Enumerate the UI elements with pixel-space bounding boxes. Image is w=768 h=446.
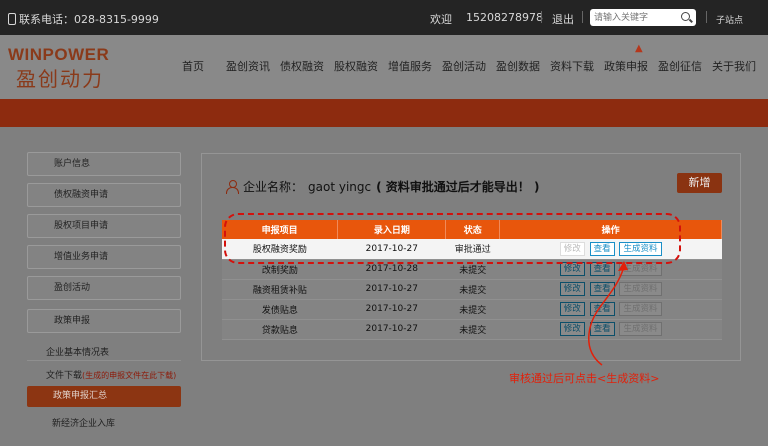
- add-button[interactable]: 新增: [677, 173, 722, 193]
- search-box: [590, 9, 696, 26]
- logout-link[interactable]: 退出: [552, 11, 574, 27]
- substation-dropdown[interactable]: 子站点: [716, 13, 743, 26]
- top-bar: 联系电话：028-8315-9999 欢迎 15208278978 退出 子站点: [0, 0, 768, 35]
- welcome-text: 欢迎: [430, 13, 452, 26]
- nav-equity[interactable]: 股权融资: [334, 58, 378, 74]
- annotation-text: 审核通过后可点击<生成资料>: [509, 372, 660, 385]
- phone-icon: [8, 13, 16, 25]
- company-name: gaot yingc: [308, 179, 372, 194]
- hot-icon: ▲: [635, 43, 643, 54]
- header: WINPOWER 盈创动力 ▲: [0, 35, 768, 99]
- sidebar-item-policy-summary[interactable]: 政策申报汇总: [27, 386, 181, 407]
- company-note: ( 资料审批通过后才能导出！ ): [376, 180, 540, 194]
- banner: [0, 99, 768, 127]
- username-link[interactable]: 15208278978: [466, 11, 543, 24]
- nav-value-added[interactable]: 增值服务: [388, 58, 432, 74]
- cell-date: 2017-10-27: [337, 299, 446, 320]
- cell-date: 2017-10-27: [337, 319, 446, 340]
- sidebar-item-account[interactable]: 账户信息: [27, 152, 181, 176]
- logo-cn: 盈创动力: [16, 67, 104, 91]
- nav-credit[interactable]: 盈创征信: [658, 58, 702, 74]
- user-icon: [226, 180, 239, 194]
- cell-date: 2017-10-27: [337, 279, 446, 300]
- nav-data[interactable]: 盈创数据: [496, 58, 540, 74]
- search-input[interactable]: [590, 9, 674, 26]
- company-label: 企业名称：: [243, 180, 304, 194]
- sidebar-item-equity-apply[interactable]: 股权项目申请: [27, 214, 181, 238]
- phone-text: 联系电话：028-8315-9999: [19, 13, 159, 26]
- downloads-note: (生成的申报文件在此下载): [82, 371, 177, 380]
- sidebar-sub-new-economy[interactable]: 新经济企业入库: [52, 416, 115, 429]
- nav-news[interactable]: 盈创资讯: [226, 58, 270, 74]
- nav-about[interactable]: 关于我们: [712, 58, 756, 74]
- nav-home[interactable]: 首页: [182, 58, 204, 74]
- sidebar-sub-company-info[interactable]: 企业基本情况表: [46, 345, 109, 358]
- logo[interactable]: WINPOWER 盈创动力: [8, 45, 128, 92]
- downloads-label: 文件下载: [46, 371, 83, 381]
- logo-en: WINPOWER: [8, 45, 110, 64]
- annotation-arrow: [588, 261, 628, 366]
- cell-project: 发债贴息: [222, 299, 338, 320]
- cell-status: 未提交: [445, 319, 500, 340]
- divider: [706, 11, 707, 23]
- sidebar-item-activities[interactable]: 盈创活动: [27, 276, 181, 300]
- sidebar-item-value-added[interactable]: 增值业务申请: [27, 245, 181, 269]
- nav-activities[interactable]: 盈创活动: [442, 58, 486, 74]
- nav-debt[interactable]: 债权融资: [280, 58, 324, 74]
- company-heading: 企业名称： gaot yingc ( 资料审批通过后才能导出！ ): [226, 178, 539, 195]
- nav-policy[interactable]: 政策申报: [604, 58, 648, 74]
- cell-status: 未提交: [445, 299, 500, 320]
- cell-project: 融资租赁补贴: [222, 279, 338, 300]
- search-icon[interactable]: [681, 12, 690, 21]
- divider: [27, 360, 181, 361]
- cell-project: 贷款贴息: [222, 319, 338, 340]
- nav-downloads[interactable]: 资料下载: [550, 58, 594, 74]
- sidebar-sub-downloads[interactable]: 文件下载(生成的申报文件在此下载): [46, 368, 176, 381]
- sidebar-item-policy[interactable]: 政策申报: [27, 309, 181, 333]
- sidebar-item-debt-apply[interactable]: 债权融资申请: [27, 183, 181, 207]
- divider: [582, 11, 583, 23]
- divider: [541, 11, 542, 23]
- cell-status: 未提交: [445, 279, 500, 300]
- phone-info: 联系电话：028-8315-9999: [8, 11, 159, 27]
